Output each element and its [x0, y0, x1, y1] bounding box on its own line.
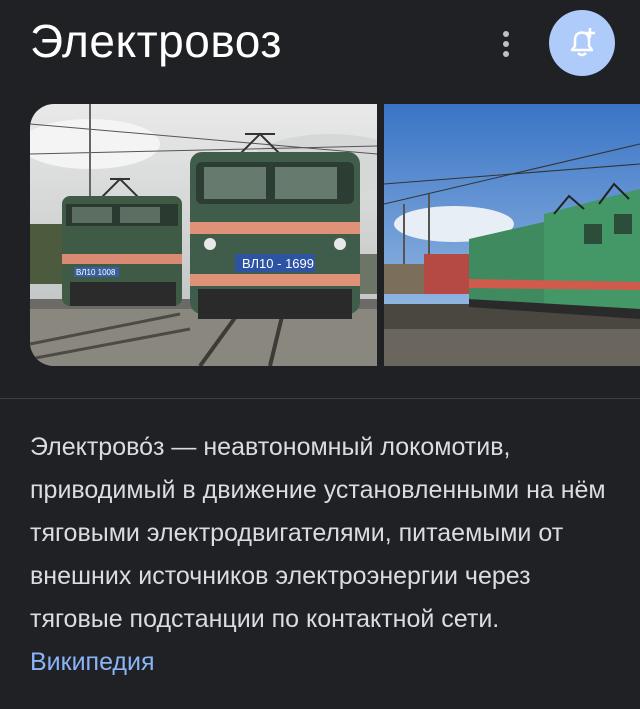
description: Электрово́з — неавтономный локомотив, пр…	[30, 426, 620, 684]
locomotive-image-2[interactable]	[384, 104, 640, 366]
locomotive-image-1[interactable]: ВЛ10 1008 ВЛ10 - 1699	[30, 104, 377, 366]
bell-plus-icon	[570, 28, 595, 57]
image-carousel[interactable]: ВЛ10 1008 ВЛ10 - 1699	[0, 104, 640, 366]
header: Электровоз	[0, 0, 640, 92]
page-title: Электровоз	[30, 15, 282, 67]
subscribe-button[interactable]	[549, 10, 615, 76]
description-text: Электрово́з — неавтономный локомотив, пр…	[30, 433, 606, 633]
wikipedia-link[interactable]: Википедия	[30, 648, 155, 676]
more-vert-icon[interactable]	[494, 26, 518, 62]
divider	[0, 398, 640, 399]
plate-text-2: ВЛ10 - 1699	[242, 256, 314, 271]
plate-text-1: ВЛ10 1008	[76, 268, 116, 277]
